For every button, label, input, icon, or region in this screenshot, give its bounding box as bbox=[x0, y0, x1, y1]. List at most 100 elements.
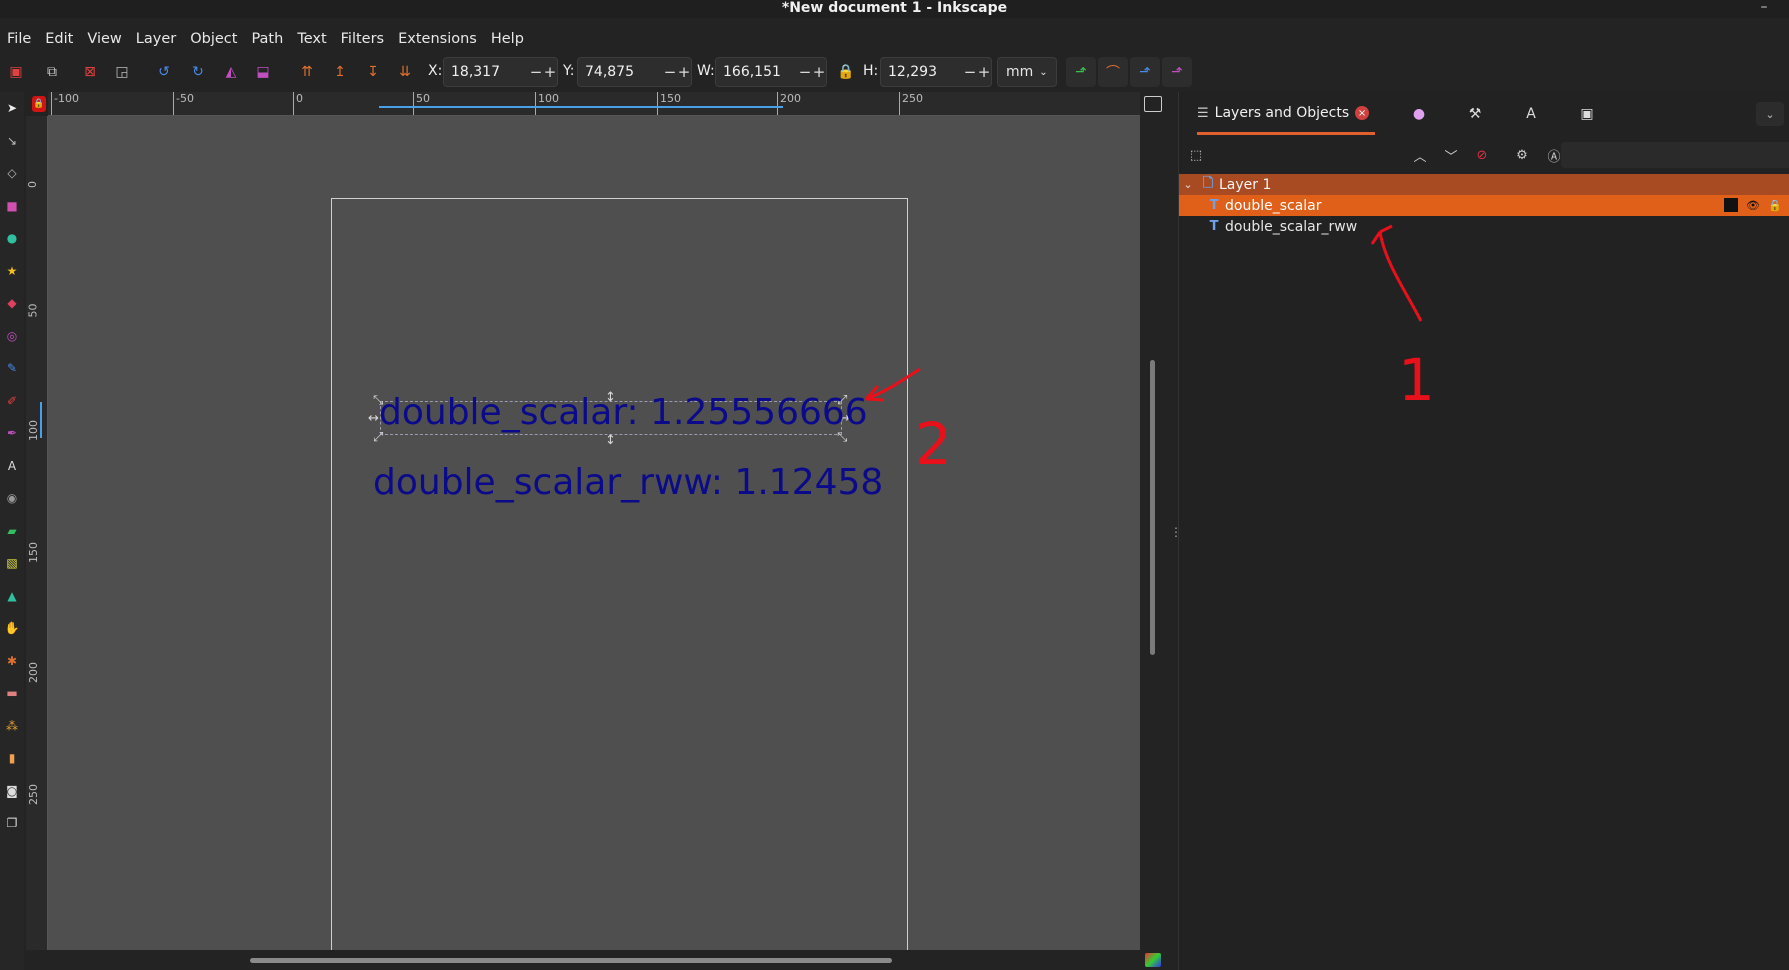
unit-select[interactable]: mm ⌄ bbox=[997, 57, 1057, 87]
ruler-label: 0 bbox=[296, 92, 303, 105]
move-down-icon[interactable]: ﹀ bbox=[1442, 146, 1460, 165]
menu-filters[interactable]: Filters bbox=[334, 28, 391, 50]
search-input[interactable]: Ⓐ bbox=[1547, 142, 1789, 168]
measure-tool-icon[interactable]: ▮ bbox=[0, 742, 24, 775]
x-field[interactable]: 18,317 − + bbox=[443, 57, 558, 87]
h-value[interactable]: 12,293 bbox=[881, 64, 963, 80]
mesh-tool-icon[interactable]: ▰ bbox=[0, 515, 24, 548]
scale-handle-icon[interactable]: ↔ bbox=[368, 412, 379, 425]
settings-gear-icon[interactable]: ⚙ bbox=[1513, 146, 1531, 164]
flip-horizontal-icon[interactable]: ◭ bbox=[221, 62, 241, 82]
display-mode-icon[interactable] bbox=[1144, 96, 1162, 112]
flip-vertical-icon[interactable]: ⬓ bbox=[253, 62, 273, 82]
scale-corners-button[interactable]: ⌒ bbox=[1098, 57, 1128, 87]
lock-icon[interactable]: 🔒 bbox=[1768, 198, 1782, 212]
w-increment-button[interactable]: + bbox=[812, 63, 826, 81]
dropper-tool-icon[interactable]: ✱ bbox=[0, 645, 24, 678]
pencil-tool-icon[interactable]: ✐ bbox=[0, 385, 24, 418]
pen-tool-icon[interactable]: ✎ bbox=[0, 352, 24, 385]
spray-tool-icon[interactable]: ◉ bbox=[0, 482, 24, 515]
h-field[interactable]: 12,293 − + bbox=[880, 57, 992, 87]
select-all-layers-icon[interactable]: ⧉ bbox=[42, 62, 62, 82]
3d-box-tool-icon[interactable]: ◆ bbox=[0, 287, 24, 320]
color-tag-icon[interactable] bbox=[1724, 198, 1738, 212]
calligraphy-tool-icon[interactable]: ✒ bbox=[0, 417, 24, 450]
x-value[interactable]: 18,317 bbox=[444, 64, 529, 80]
xml-editor-tab-icon[interactable]: ⚒ bbox=[1465, 104, 1485, 124]
zoom-tool-icon[interactable]: ◙ bbox=[0, 775, 24, 808]
drawing-canvas[interactable]: ⤡ ↕ ⤢ ↔ ↔ ⤢ ↕ ⤡ double_scalar: 1.2555666… bbox=[48, 116, 1140, 950]
menu-layer[interactable]: Layer bbox=[129, 28, 183, 50]
menu-help[interactable]: Help bbox=[484, 28, 531, 50]
deselect-icon[interactable]: ⊠ bbox=[80, 62, 100, 82]
ruler-label: 50 bbox=[26, 303, 40, 318]
menu-file[interactable]: File bbox=[0, 28, 38, 50]
hand-tool-icon[interactable]: ✋ bbox=[0, 612, 24, 645]
tree-row-double-scalar-rww[interactable]: T double_scalar_rww bbox=[1179, 216, 1789, 237]
tab-layers-and-objects[interactable]: ☰ Layers and Objects × bbox=[1197, 100, 1370, 126]
text-tool-icon[interactable]: A bbox=[0, 450, 24, 483]
document-properties-tab-icon[interactable]: ▣ bbox=[1577, 104, 1597, 124]
add-layer-icon[interactable]: ⬚ bbox=[1187, 146, 1205, 164]
node-tool-icon[interactable]: ↘ bbox=[0, 125, 24, 158]
tree-row-double-scalar[interactable]: T double_scalar 👁 🔒 bbox=[1179, 195, 1789, 216]
spiral-tool-icon[interactable]: ◎ bbox=[0, 320, 24, 353]
menu-text[interactable]: Text bbox=[290, 28, 333, 50]
select-all-icon[interactable]: ▣ bbox=[6, 62, 26, 82]
rotate-cw-icon[interactable]: ↻ bbox=[188, 62, 208, 82]
collapse-chevron-icon[interactable]: ⌄ bbox=[1179, 178, 1197, 191]
star-tool-icon[interactable]: ★ bbox=[0, 255, 24, 288]
y-decrement-button[interactable]: − bbox=[663, 63, 677, 81]
tweak-tool-icon[interactable]: ◇ bbox=[0, 157, 24, 190]
eraser-tool-icon[interactable]: ▬ bbox=[0, 677, 24, 710]
scale-stroke-button[interactable]: ⬏ bbox=[1066, 57, 1096, 87]
menu-extensions[interactable]: Extensions bbox=[391, 28, 484, 50]
canvas-text-double-scalar[interactable]: double_scalar: 1.25556666 bbox=[379, 392, 868, 433]
visibility-eye-icon[interactable]: 👁 bbox=[1746, 198, 1760, 212]
move-up-icon[interactable]: ︿ bbox=[1411, 146, 1429, 165]
tree-row-layer-1[interactable]: ⌄ 🗋 Layer 1 bbox=[1179, 174, 1789, 195]
selector-tool-icon[interactable]: ➤ bbox=[0, 92, 24, 125]
vertical-scrollbar[interactable] bbox=[1150, 360, 1155, 655]
paint-bucket-tool-icon[interactable]: ▲ bbox=[0, 580, 24, 613]
x-increment-button[interactable]: + bbox=[543, 63, 557, 81]
lock-ratio-icon[interactable]: 🔒 bbox=[836, 62, 856, 82]
gradient-tool-icon[interactable]: ▧ bbox=[0, 547, 24, 580]
h-increment-button[interactable]: + bbox=[977, 63, 991, 81]
h-decrement-button[interactable]: − bbox=[963, 63, 977, 81]
dock-menu-button[interactable]: ⌄ bbox=[1756, 102, 1784, 126]
connector-tool-icon[interactable]: ⁂ bbox=[0, 710, 24, 743]
color-management-icon[interactable] bbox=[1145, 953, 1161, 967]
horizontal-scrollbar[interactable] bbox=[250, 958, 892, 963]
transform-gradients-button[interactable]: ⬏ bbox=[1130, 57, 1160, 87]
y-value[interactable]: 74,875 bbox=[578, 64, 663, 80]
canvas-text-double-scalar-rww[interactable]: double_scalar_rww: 1.12458 bbox=[373, 462, 883, 503]
transform-patterns-button[interactable]: ⬏ bbox=[1162, 57, 1192, 87]
tab-close-icon[interactable]: × bbox=[1355, 106, 1370, 120]
pages-tool-icon[interactable]: ❐ bbox=[0, 807, 24, 840]
w-decrement-button[interactable]: − bbox=[798, 63, 812, 81]
rotate-ccw-icon[interactable]: ↺ bbox=[154, 62, 174, 82]
raise-to-top-icon[interactable]: ⇈ bbox=[297, 62, 317, 82]
x-decrement-button[interactable]: − bbox=[529, 63, 543, 81]
y-field[interactable]: 74,875 − + bbox=[577, 57, 692, 87]
text-font-tab-icon[interactable]: A bbox=[1521, 104, 1541, 124]
delete-icon[interactable]: ⊘ bbox=[1473, 146, 1491, 164]
fill-stroke-tab-icon[interactable]: ● bbox=[1409, 104, 1429, 124]
menu-object[interactable]: Object bbox=[183, 28, 244, 50]
w-value[interactable]: 166,151 bbox=[716, 64, 798, 80]
menu-view[interactable]: View bbox=[80, 28, 128, 50]
minimize-button[interactable]: – bbox=[1755, 0, 1773, 16]
y-increment-button[interactable]: + bbox=[677, 63, 691, 81]
rectangle-tool-icon[interactable]: ■ bbox=[0, 190, 24, 223]
raise-icon[interactable]: ↥ bbox=[330, 62, 350, 82]
menu-path[interactable]: Path bbox=[244, 28, 290, 50]
guide-lock-icon[interactable]: 🔒 bbox=[32, 96, 46, 112]
touch-select-icon[interactable]: ◲ bbox=[112, 62, 132, 82]
menu-edit[interactable]: Edit bbox=[38, 28, 80, 50]
w-field[interactable]: 166,151 − + bbox=[715, 57, 827, 87]
scale-handle-icon[interactable]: ↕ bbox=[605, 434, 616, 447]
lower-icon[interactable]: ↧ bbox=[363, 62, 383, 82]
ellipse-tool-icon[interactable]: ● bbox=[0, 222, 24, 255]
lower-to-bottom-icon[interactable]: ⇊ bbox=[395, 62, 415, 82]
